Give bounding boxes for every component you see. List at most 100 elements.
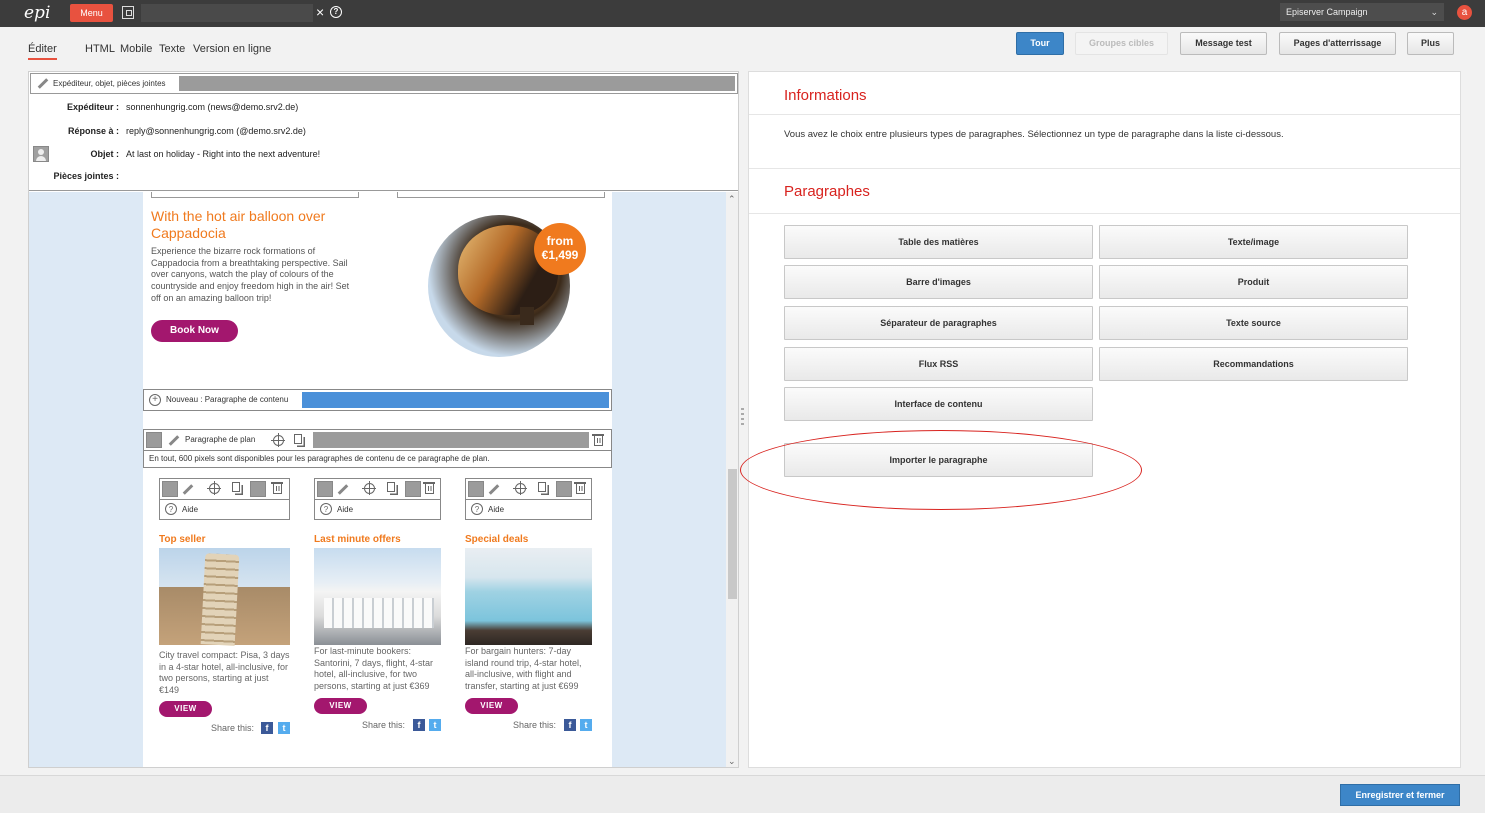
search-input[interactable] <box>141 4 313 22</box>
share-label: Share this: <box>362 720 406 730</box>
twitter-icon[interactable]: t <box>278 722 290 734</box>
save-and-close-button[interactable]: Enregistrer et fermer <box>1340 784 1460 806</box>
app-selector-label: Episerver Campaign <box>1286 7 1368 17</box>
subject-value[interactable]: At last on holiday - Right into the next… <box>126 149 320 159</box>
blue-lagoon-image[interactable] <box>465 548 592 645</box>
more-button[interactable]: Plus <box>1407 32 1454 55</box>
user-icon[interactable] <box>317 481 333 497</box>
twitter-icon[interactable]: t <box>429 719 441 731</box>
facebook-icon[interactable]: f <box>413 719 425 731</box>
share-label: Share this: <box>211 723 255 733</box>
hero-title[interactable]: With the hot air balloon over Cappadocia <box>151 208 351 242</box>
book-now-button[interactable]: Book Now <box>151 320 238 342</box>
view-button[interactable]: VIEW <box>314 698 367 714</box>
crosshair-icon[interactable] <box>271 433 285 447</box>
product-button[interactable]: Produit <box>1099 265 1408 299</box>
scroll-up-icon[interactable]: ⌃ <box>728 194 736 205</box>
trash-icon[interactable] <box>423 482 435 494</box>
rss-feed-button[interactable]: Flux RSS <box>784 347 1093 381</box>
tour-button[interactable]: Tour <box>1016 32 1064 55</box>
menu-button[interactable]: Menu <box>70 4 113 22</box>
document-icon[interactable] <box>122 6 134 19</box>
copy-icon[interactable] <box>294 434 302 444</box>
app-selector[interactable]: Episerver Campaign ⌄ <box>1280 3 1444 21</box>
meta-header-label: Expéditeur, objet, pièces jointes <box>31 74 179 93</box>
pencil-icon[interactable] <box>168 435 180 446</box>
user-icon[interactable] <box>468 481 484 497</box>
copy-icon[interactable] <box>232 482 240 492</box>
pisa-image[interactable] <box>159 548 290 646</box>
column-title[interactable]: Top seller <box>159 534 206 545</box>
tab-texte[interactable]: Texte <box>159 43 185 55</box>
recommendations-button[interactable]: Recommandations <box>1099 347 1408 381</box>
episerver-logo[interactable]: epi <box>24 3 58 23</box>
copy-icon[interactable] <box>387 482 395 492</box>
column-text[interactable]: City travel compact: Pisa, 3 days in a 4… <box>159 650 290 696</box>
trash-icon[interactable] <box>574 482 586 494</box>
user-avatar[interactable]: a <box>1457 5 1472 20</box>
layout-paragraph-info: En tout, 600 pixels sont disponibles pou… <box>143 451 612 468</box>
trash-icon[interactable] <box>271 482 283 494</box>
editor-panel: Expéditeur, objet, pièces jointes Expédi… <box>28 71 739 768</box>
column-text[interactable]: For last-minute bookers: Santorini, 7 da… <box>314 646 444 692</box>
drag-handle[interactable] <box>405 481 421 497</box>
scrollbar-thumb[interactable] <box>728 469 737 599</box>
tab-version-en-ligne[interactable]: Version en ligne <box>193 43 271 55</box>
test-message-button[interactable]: Message test <box>1180 32 1267 55</box>
santorini-image[interactable] <box>314 548 441 645</box>
view-button[interactable]: VIEW <box>465 698 518 714</box>
layout-paragraph-toolbar: Paragraphe de plan <box>143 429 612 451</box>
pencil-icon[interactable] <box>488 484 500 495</box>
image-bar-button[interactable]: Barre d'images <box>784 265 1093 299</box>
table-of-contents-button[interactable]: Table des matières <box>784 225 1093 259</box>
sender-row: Expéditeur : sonnenhungrig.com (news@dem… <box>29 102 729 116</box>
trash-icon[interactable] <box>592 434 604 446</box>
copy-icon[interactable] <box>538 482 546 492</box>
source-text-button[interactable]: Texte source <box>1099 306 1408 340</box>
layout-paragraph-bar <box>313 432 589 448</box>
column-text[interactable]: For bargain hunters: 7-day island round … <box>465 646 595 692</box>
content-interface-button[interactable]: Interface de contenu <box>784 387 1093 421</box>
divider <box>749 114 1460 115</box>
pencil-icon[interactable] <box>337 484 349 495</box>
facebook-icon[interactable]: f <box>564 719 576 731</box>
meta-header[interactable]: Expéditeur, objet, pièces jointes <box>30 73 738 94</box>
drag-handle[interactable] <box>556 481 572 497</box>
column-title[interactable]: Last minute offers <box>314 534 401 545</box>
column-toolbar <box>465 478 592 500</box>
meta-header-bar <box>179 76 735 91</box>
sender-label: Expéditeur : <box>66 102 119 112</box>
hero-text[interactable]: Experience the bizarre rock formations o… <box>151 246 351 305</box>
view-button[interactable]: VIEW <box>159 701 212 717</box>
help-row[interactable]: ? Aide <box>314 500 441 520</box>
user-icon[interactable] <box>162 481 178 497</box>
tab-html[interactable]: HTML <box>85 43 115 55</box>
drag-handle[interactable] <box>250 481 266 497</box>
target-groups-button[interactable]: Groupes cibles <box>1075 32 1168 55</box>
splitter-handle[interactable] <box>741 408 744 428</box>
sender-value[interactable]: sonnenhungrig.com (news@demo.srv2.de) <box>126 102 298 112</box>
facebook-icon[interactable]: f <box>261 722 273 734</box>
user-icon[interactable] <box>146 432 162 448</box>
help-icon[interactable]: ? <box>330 6 342 18</box>
scroll-down-icon[interactable]: ⌄ <box>728 756 736 767</box>
paragraph-separator-button[interactable]: Séparateur de paragraphes <box>784 306 1093 340</box>
tab-mobile[interactable]: Mobile <box>120 43 152 55</box>
crosshair-icon[interactable] <box>207 481 221 495</box>
twitter-icon[interactable]: t <box>580 719 592 731</box>
help-row[interactable]: ? Aide <box>465 500 592 520</box>
column-title[interactable]: Special deals <box>465 534 528 545</box>
tab-editer[interactable]: Éditer <box>28 43 57 60</box>
price-from: from <box>546 234 574 248</box>
pencil-icon <box>37 78 49 89</box>
crosshair-icon[interactable] <box>513 481 527 495</box>
crosshair-icon[interactable] <box>362 481 376 495</box>
new-content-paragraph[interactable]: + Nouveau : Paragraphe de contenu <box>143 389 612 411</box>
close-icon[interactable]: × <box>316 4 324 20</box>
reply-value[interactable]: reply@sonnenhungrig.com (@demo.srv2.de) <box>126 126 306 136</box>
text-image-button[interactable]: Texte/image <box>1099 225 1408 259</box>
help-row[interactable]: ? Aide <box>159 500 290 520</box>
landing-pages-button[interactable]: Pages d'atterrissage <box>1279 32 1396 55</box>
pencil-icon[interactable] <box>182 484 194 495</box>
attachments-row: Pièces jointes : <box>29 171 729 185</box>
